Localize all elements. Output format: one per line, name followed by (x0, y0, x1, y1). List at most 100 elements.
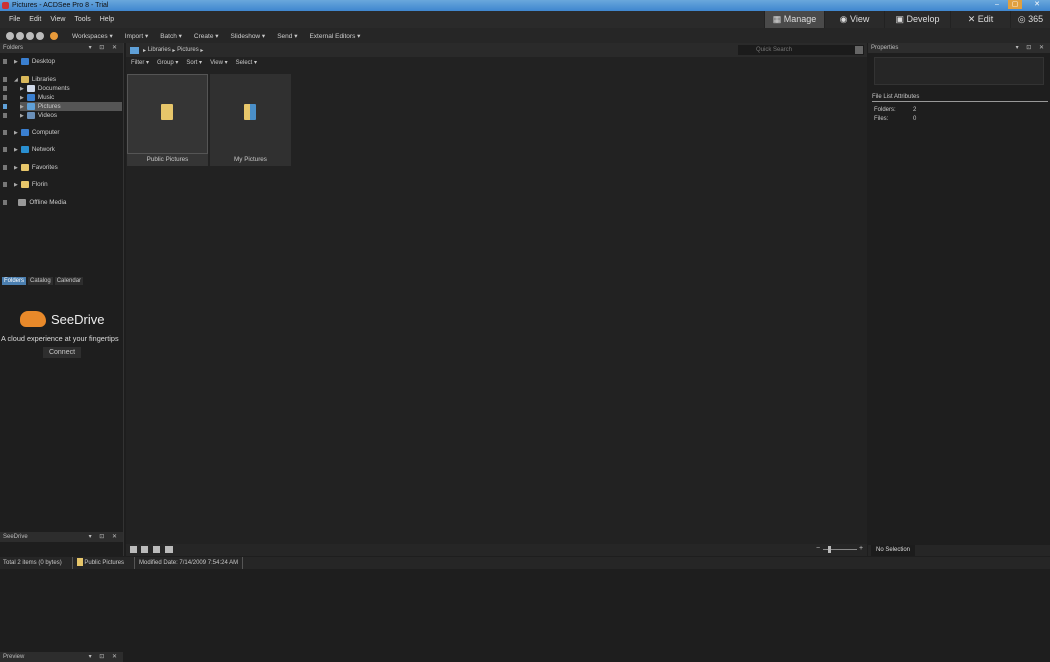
filter-menu[interactable]: Filter ▾ (131, 59, 149, 66)
view-menu[interactable]: View ▾ (210, 59, 228, 66)
tree-item-documents[interactable]: ▶ Documents (20, 84, 70, 93)
tree-item-label: Pictures (37, 103, 61, 110)
minimize-button[interactable]: – (990, 0, 1004, 9)
menu-file[interactable]: File (9, 11, 20, 28)
pin-icon[interactable] (3, 113, 7, 118)
pin-icon[interactable] (3, 182, 7, 187)
properties-pane: Properties ▾ ⊡ ✕ File List Attributes Fol… (868, 43, 1050, 556)
sort-menu[interactable]: Sort ▾ (186, 59, 202, 66)
tree-item-network[interactable]: ▶ Network (14, 145, 55, 154)
status-total: Total 2 items (0 bytes) (3, 560, 62, 566)
menu-edit[interactable]: Edit (29, 11, 41, 28)
tree-item-libraries[interactable]: ◢ Libraries (14, 75, 56, 84)
folder-icon (18, 199, 27, 206)
pin-icon[interactable] (3, 200, 7, 205)
properties-panel-header: Properties ▾ ⊡ ✕ (868, 43, 1050, 53)
group-menu[interactable]: Group ▾ (157, 59, 178, 66)
pin-icon[interactable] (3, 86, 7, 91)
address-bar: ▸ Libraries ▸ Pictures ▸ ⟳ Quick Search (126, 43, 867, 57)
panel-controls[interactable]: ▾ ⊡ ✕ (89, 43, 120, 53)
pin-icon[interactable] (3, 104, 7, 109)
tree-item-computer[interactable]: ▶ Computer (14, 128, 60, 137)
external-editors-menu[interactable]: External Editors ▾ (309, 32, 360, 40)
expand-arrow-icon[interactable]: ▶ (14, 59, 18, 65)
file-item-public-pictures[interactable]: Public Pictures (127, 74, 208, 166)
select-menu[interactable]: Select ▾ (236, 59, 257, 66)
tree-item-desktop[interactable]: ▶ Desktop (14, 57, 55, 66)
quick-search-input[interactable]: Quick Search (738, 45, 864, 55)
pin-icon[interactable] (3, 95, 7, 100)
forward-icon[interactable] (26, 31, 34, 40)
expand-arrow-icon[interactable]: ▶ (14, 182, 18, 188)
mode-develop[interactable]: ▣ Develop (884, 11, 950, 28)
breadcrumb-libraries[interactable]: Libraries (148, 47, 171, 53)
toolbar: Workspaces ▾ Import ▾ Batch ▾ Create ▾ S… (0, 28, 1050, 43)
send-menu[interactable]: Send ▾ (277, 32, 297, 40)
tree-item-florin[interactable]: ▶ Florin (14, 180, 48, 189)
tree-item-music[interactable]: ▶ Music (20, 93, 54, 102)
pin-icon[interactable] (3, 59, 7, 64)
mode-view[interactable]: ◉ View (824, 11, 884, 28)
search-dropdown[interactable] (855, 46, 863, 54)
seedrive-icon[interactable] (50, 31, 58, 40)
menu-tools[interactable]: Tools (74, 11, 90, 28)
expand-arrow-icon[interactable]: ▶ (20, 104, 24, 110)
close-button[interactable]: ✕ (1030, 0, 1044, 9)
rotate-left-icon[interactable] (141, 546, 148, 553)
menu-view[interactable]: View (50, 11, 65, 28)
up-icon[interactable] (36, 31, 44, 40)
tab-catalog[interactable]: Catalog (28, 277, 53, 285)
pin-icon[interactable] (3, 147, 7, 152)
expand-arrow-icon[interactable]: ▶ (20, 86, 24, 92)
import-menu[interactable]: Import ▾ (125, 32, 149, 40)
folder-icon (161, 104, 173, 120)
workspaces-menu[interactable]: Workspaces ▾ (72, 32, 113, 40)
expand-arrow-icon[interactable]: ▶ (20, 95, 24, 101)
tree-item-label: Favorites (31, 164, 58, 171)
compare-icon[interactable] (165, 546, 173, 553)
back-icon[interactable] (16, 31, 24, 40)
batch-menu[interactable]: Batch ▾ (160, 32, 182, 40)
tab-calendar[interactable]: Calendar (54, 277, 84, 285)
maximize-button[interactable]: ▢ (1008, 0, 1022, 9)
pin-icon[interactable] (3, 165, 7, 170)
zoom-in-icon[interactable]: + (859, 545, 863, 552)
home-icon[interactable] (6, 31, 14, 40)
expand-arrow-icon[interactable]: ◢ (14, 77, 18, 83)
expand-arrow-icon[interactable]: ▶ (14, 165, 18, 171)
window-title: Pictures - ACDSee Pro 8 - Trial (12, 2, 109, 9)
expand-arrow-icon[interactable]: ▶ (14, 130, 18, 136)
mode-365[interactable]: ◎ 365 (1010, 11, 1050, 28)
rotate-right-icon[interactable] (153, 546, 160, 553)
expand-arrow-icon[interactable]: ▶ (14, 147, 18, 153)
filter-bar: Filter ▾ Group ▾ Sort ▾ View ▾ Select ▾ (126, 57, 867, 67)
mode-edit[interactable]: ✕ Edit (950, 11, 1010, 28)
tree-item-favorites[interactable]: ▶ Favorites (14, 163, 58, 172)
pin-icon[interactable] (3, 130, 7, 135)
tree-item-offline-media[interactable]: Offline Media (14, 198, 66, 207)
view-mode-icon[interactable] (130, 546, 137, 553)
status-bar: Total 2 items (0 bytes) Public Pictures … (0, 557, 1050, 569)
pin-icon[interactable] (3, 77, 7, 82)
breadcrumb-pictures[interactable]: Pictures (177, 47, 199, 53)
tab-folders[interactable]: Folders (2, 277, 27, 285)
tree-item-pictures[interactable]: ▶ Pictures (20, 102, 122, 111)
file-item-my-pictures[interactable]: My Pictures (210, 74, 291, 166)
seedrive-panel-header: SeeDrive ▾ ⊡ ✕ (0, 532, 123, 542)
tree-item-videos[interactable]: ▶ Videos (20, 111, 57, 120)
zoom-out-icon[interactable]: − (816, 545, 820, 552)
mode-manage[interactable]: ▦ Manage (764, 11, 824, 28)
tab-no-selection[interactable]: No Selection (871, 545, 916, 556)
files-count: 0 (913, 116, 917, 122)
expand-arrow-icon[interactable]: ▶ (20, 113, 24, 119)
tree-item-label: Desktop (31, 58, 55, 65)
menu-help[interactable]: Help (100, 11, 114, 28)
cloud-icon (20, 311, 46, 327)
connect-button[interactable]: Connect (43, 347, 81, 358)
slider-handle[interactable] (828, 546, 831, 553)
app-icon (2, 2, 9, 9)
eye-icon: ◉ (839, 14, 850, 24)
slideshow-menu[interactable]: Slideshow ▾ (231, 32, 266, 40)
expand-arrow-icon[interactable] (14, 200, 15, 206)
create-menu[interactable]: Create ▾ (194, 32, 219, 40)
